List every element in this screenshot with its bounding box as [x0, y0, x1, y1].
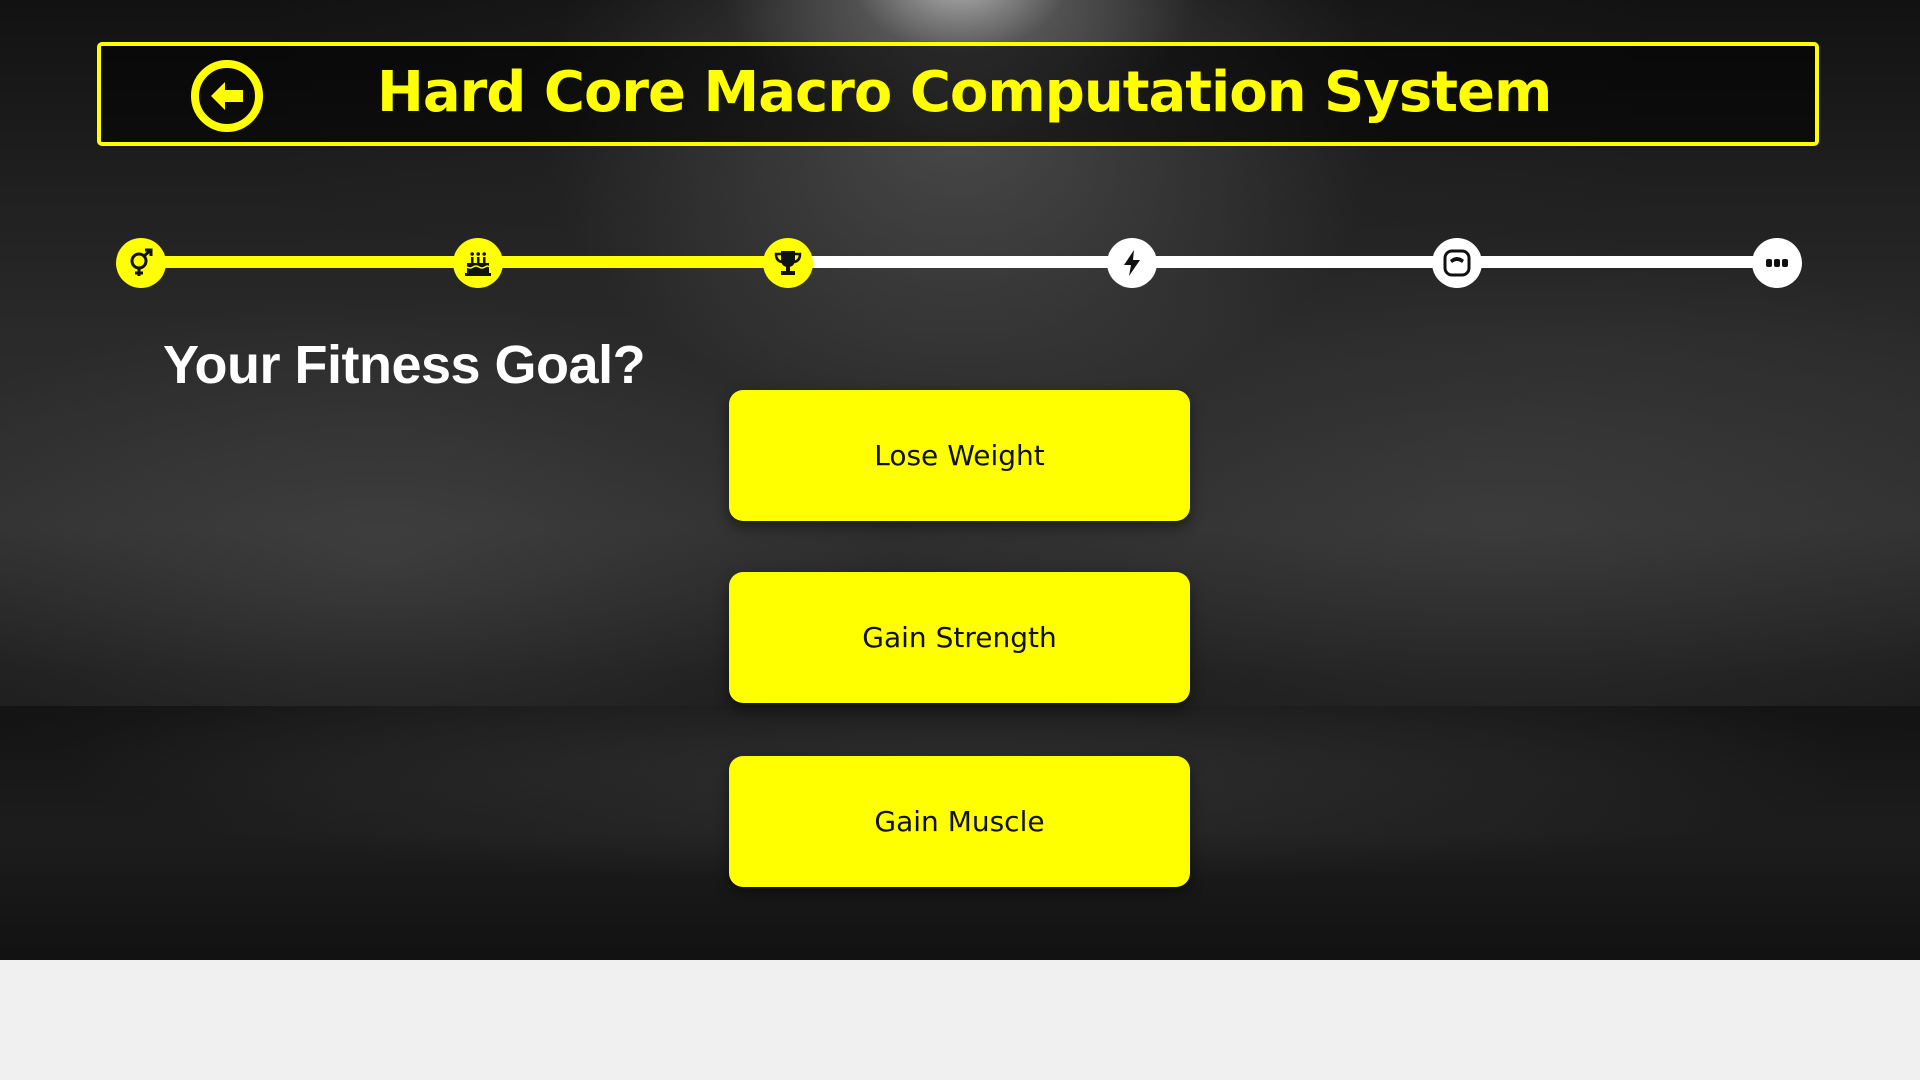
- step-age[interactable]: [453, 238, 503, 288]
- step-activity[interactable]: [1107, 238, 1157, 288]
- option-gain-strength-button[interactable]: Gain Strength: [729, 572, 1190, 703]
- progress-track-remaining: [788, 256, 1778, 268]
- progress-stepper: [0, 0, 1920, 300]
- gender-icon: [130, 248, 153, 276]
- step-goal[interactable]: [763, 238, 813, 288]
- option-gain-muscle-button[interactable]: Gain Muscle: [729, 756, 1190, 887]
- step-more[interactable]: [1752, 238, 1802, 288]
- step-weight[interactable]: [1432, 238, 1482, 288]
- option-lose-weight-button[interactable]: Lose Weight: [729, 390, 1190, 521]
- lightning-bolt-icon: [1124, 250, 1140, 276]
- question-heading: Your Fitness Goal?: [163, 335, 646, 395]
- app-background: Hard Core Macro Computation System Your …: [0, 0, 1920, 960]
- scale-icon: [1443, 249, 1471, 277]
- trophy-icon: [774, 251, 802, 275]
- more-dots-icon: [1766, 259, 1788, 267]
- birthday-cake-icon: [465, 252, 491, 276]
- step-gender[interactable]: [116, 238, 166, 288]
